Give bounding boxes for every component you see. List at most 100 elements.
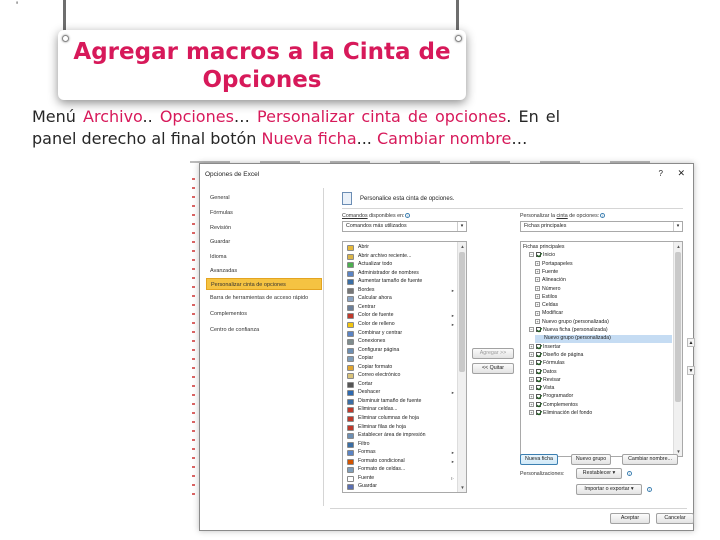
expand-icon[interactable]: +: [535, 285, 540, 291]
scroll-thumb[interactable]: [459, 252, 465, 372]
command-item[interactable]: Copiar formato: [345, 364, 456, 372]
command-item[interactable]: Color de fuente ▸: [345, 312, 456, 320]
expand-icon[interactable]: +: [529, 410, 534, 416]
tree-node[interactable]: + Eliminación del fondo: [529, 410, 592, 418]
command-item[interactable]: Guardar: [345, 483, 456, 491]
close-icon[interactable]: ✕: [677, 168, 685, 179]
tree-node[interactable]: Nuevo grupo (personalizada): [535, 335, 672, 344]
tab-checkbox[interactable]: [536, 343, 541, 349]
command-item[interactable]: Eliminar celdas...: [345, 406, 456, 414]
command-item[interactable]: Correo electrónico: [345, 372, 456, 380]
command-item[interactable]: Actualizar todo: [345, 261, 456, 269]
expand-icon[interactable]: +: [535, 269, 540, 275]
ok-button[interactable]: Aceptar: [610, 513, 650, 524]
command-item[interactable]: Conexiones: [345, 338, 456, 346]
nav-item[interactable]: Revisión: [206, 222, 322, 234]
tree-node[interactable]: + Alineación: [535, 277, 566, 285]
commands-list[interactable]: ▲ ▼ Abrir Abrir archivo reciente... Actual…: [342, 241, 467, 493]
expand-icon[interactable]: +: [535, 302, 540, 308]
tree-node[interactable]: + Insertar: [529, 344, 561, 352]
tree-node[interactable]: + Estilos: [535, 294, 557, 302]
expand-icon[interactable]: +: [529, 368, 534, 374]
nav-item[interactable]: Guardar: [206, 236, 322, 248]
expand-icon[interactable]: +: [535, 260, 540, 266]
tab-checkbox[interactable]: [536, 385, 541, 391]
tab-checkbox[interactable]: [536, 376, 541, 382]
tab-checkbox[interactable]: [536, 360, 541, 366]
expand-icon[interactable]: +: [529, 352, 534, 358]
command-item[interactable]: Color de relleno ▸: [345, 321, 456, 329]
command-item[interactable]: Formato condicional ▸: [345, 458, 456, 466]
tab-checkbox[interactable]: [536, 393, 541, 399]
scroll-up-icon[interactable]: ▲: [674, 242, 682, 251]
nav-item[interactable]: General: [206, 192, 322, 204]
tree-scrollbar[interactable]: ▲ ▼: [673, 242, 682, 456]
tab-checkbox[interactable]: [536, 410, 541, 416]
command-item[interactable]: Centrar: [345, 304, 456, 312]
rename-button[interactable]: Cambiar nombre...: [622, 454, 678, 465]
expand-icon[interactable]: +: [535, 310, 540, 316]
tree-node[interactable]: + Fórmulas: [529, 360, 565, 368]
command-item[interactable]: Filtro: [345, 441, 456, 449]
command-item[interactable]: Calcular ahora: [345, 295, 456, 303]
command-item[interactable]: Deshacer ▸: [345, 389, 456, 397]
tree-node[interactable]: + Fuente: [535, 269, 558, 277]
remove-button[interactable]: << Quitar: [472, 363, 514, 374]
tree-node[interactable]: + Programador: [529, 393, 573, 401]
command-item[interactable]: Eliminar filas de hoja: [345, 424, 456, 432]
commands-scrollbar[interactable]: ▲ ▼: [457, 242, 466, 492]
command-item[interactable]: Copiar: [345, 355, 456, 363]
nav-item[interactable]: Complementos: [206, 308, 322, 320]
command-item[interactable]: Formato de celdas...: [345, 466, 456, 474]
tree-node[interactable]: + Nuevo grupo (personalizada): [535, 319, 609, 327]
command-item[interactable]: Abrir archivo reciente...: [345, 253, 456, 261]
new-group-button[interactable]: Nuevo grupo: [571, 454, 611, 465]
collapse-icon[interactable]: −: [529, 252, 534, 258]
tree-node[interactable]: − Inicio: [529, 252, 555, 260]
expand-icon[interactable]: +: [529, 343, 534, 349]
expand-icon[interactable]: +: [535, 277, 540, 283]
tree-node[interactable]: + Revisar: [529, 377, 561, 385]
nav-item[interactable]: Avanzadas: [206, 265, 322, 277]
nav-item[interactable]: Barra de herramientas de acceso rápido: [206, 292, 322, 304]
commands-from-select[interactable]: Comandos más utilizados ▾: [342, 221, 467, 232]
tree-node[interactable]: + Portapapeles: [535, 261, 573, 269]
tab-checkbox[interactable]: [536, 401, 541, 407]
tree-node[interactable]: Fichas principales: [523, 244, 565, 252]
tab-checkbox[interactable]: [536, 368, 541, 374]
command-item[interactable]: Cortar: [345, 381, 456, 389]
help-icon[interactable]: ?: [659, 169, 663, 178]
scroll-down-icon[interactable]: ▼: [458, 483, 466, 492]
customize-ribbon-select[interactable]: Fichas principales ▾: [520, 221, 683, 232]
command-item[interactable]: Abrir: [345, 244, 456, 252]
move-up-icon[interactable]: ▲: [687, 338, 695, 347]
reset-button[interactable]: Restablecer ▾: [576, 468, 622, 479]
command-item[interactable]: Combinar y centrar: [345, 330, 456, 338]
command-item[interactable]: Disminuir tamaño de fuente: [345, 398, 456, 406]
tree-node[interactable]: + Vista: [529, 385, 554, 393]
nav-item[interactable]: Idioma: [206, 251, 322, 263]
ribbon-tree[interactable]: ▲ ▼ Fichas principales − Inicio + Portapapel…: [520, 241, 683, 457]
tree-node[interactable]: + Modificar: [535, 310, 563, 318]
tree-node[interactable]: + Número: [535, 286, 560, 294]
command-item[interactable]: Aumentar tamaño de fuente: [345, 278, 456, 286]
new-tab-button[interactable]: Nueva ficha: [520, 454, 558, 465]
move-down-icon[interactable]: ▼: [687, 366, 695, 375]
tab-checkbox[interactable]: [536, 327, 541, 333]
command-item[interactable]: Formas ▸: [345, 449, 456, 457]
tree-node[interactable]: + Diseño de página: [529, 352, 583, 360]
expand-icon[interactable]: +: [535, 293, 540, 299]
expand-icon[interactable]: +: [535, 318, 540, 324]
command-item[interactable]: Fuente I·: [345, 475, 456, 483]
tree-node[interactable]: + Complementos: [529, 402, 578, 410]
import-export-button[interactable]: Importar o exportar ▾: [576, 484, 642, 495]
command-item[interactable]: Establecer área de impresión: [345, 432, 456, 440]
nav-item[interactable]: Fórmulas: [206, 207, 322, 219]
command-item[interactable]: Bordes ▸: [345, 287, 456, 295]
scroll-up-icon[interactable]: ▲: [458, 242, 466, 251]
expand-icon[interactable]: +: [529, 360, 534, 366]
nav-item[interactable]: Personalizar cinta de opciones: [206, 278, 322, 290]
command-item[interactable]: Configurar página: [345, 347, 456, 355]
cancel-button[interactable]: Cancelar: [656, 513, 694, 524]
scroll-thumb[interactable]: [675, 252, 681, 402]
